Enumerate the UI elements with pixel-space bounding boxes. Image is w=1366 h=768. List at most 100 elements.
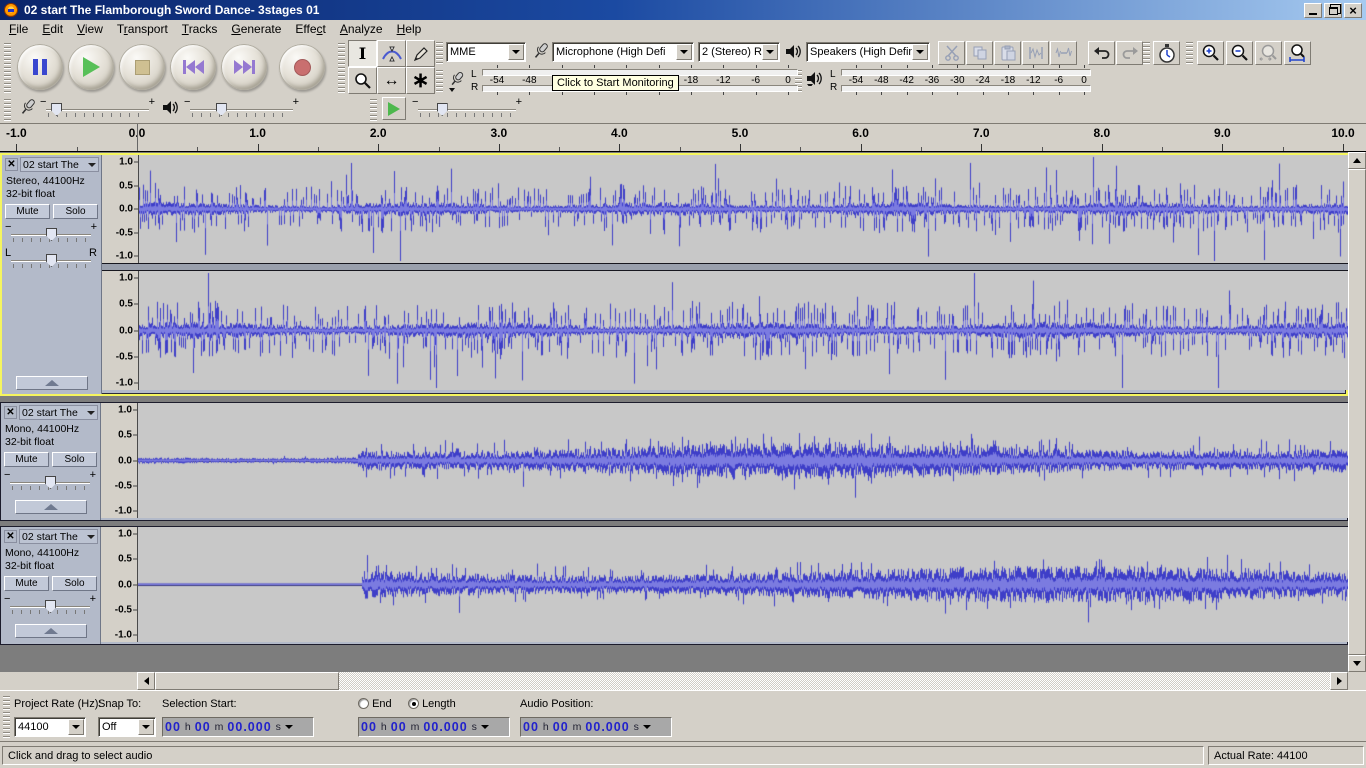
playback-device-select[interactable]: Speakers (High Definit [806,42,930,62]
menu-help[interactable]: Help [390,21,429,37]
fit-project-button[interactable] [1284,41,1311,65]
time-field-dropdown-icon[interactable] [481,725,489,729]
time-field-dropdown-icon[interactable] [643,725,651,729]
multi-tool-button[interactable]: ∗ [406,67,435,94]
track-close-button[interactable]: ✕ [5,158,18,171]
time-field-dropdown-icon[interactable] [285,725,293,729]
menu-analyze[interactable]: Analyze [333,21,390,37]
menu-generate[interactable]: Generate [224,21,288,37]
solo-button[interactable]: Solo [52,576,97,591]
menu-transport[interactable]: Transport [110,21,175,37]
horizontal-scrollbar[interactable] [0,672,1366,690]
snap-to-dropdown-icon[interactable] [138,719,154,735]
menu-tracks[interactable]: Tracks [175,21,225,37]
titlebar[interactable]: 02 start The Flamborough Sword Dance- 3s… [0,0,1366,20]
play-at-speed-button[interactable] [382,97,406,120]
play-meter-right-bar[interactable] [841,85,1091,92]
project-rate-dropdown-icon[interactable] [68,719,84,735]
length-radio-icon[interactable] [408,698,419,709]
timeline-ruler[interactable]: -1.00.01.02.03.04.05.06.07.08.09.010.0 [0,124,1366,152]
zoom-tool-button[interactable] [348,67,377,94]
gain-slider[interactable]: −+ [5,225,97,243]
silence-audio-button[interactable] [1050,41,1077,65]
record-button[interactable] [279,44,325,90]
track-name-menu[interactable]: 02 start The [19,405,98,420]
menu-view[interactable]: View [70,21,110,37]
waveform-display[interactable] [138,403,1348,518]
play-meter-speaker-icon[interactable] [806,71,823,86]
snap-to-select[interactable]: Off [98,717,156,737]
draw-tool-button[interactable] [406,40,435,67]
selection-toolbar-grip[interactable] [3,694,10,738]
solo-button[interactable]: Solo [53,204,98,219]
trim-audio-button[interactable] [1022,41,1049,65]
collapse-track-button[interactable] [16,376,88,390]
audio-host-select[interactable]: MME [446,42,526,62]
copy-button[interactable] [966,41,993,65]
mute-button[interactable]: Mute [5,204,50,219]
zoom-toolbar-grip[interactable] [1186,42,1193,64]
playback-device-dropdown-icon[interactable] [912,44,928,60]
waveform-display[interactable] [139,155,1348,263]
mixer-toolbar-grip[interactable] [4,99,11,121]
recording-device-select[interactable]: Microphone (High Defi [552,42,694,62]
playback-speed-slider[interactable]: − + [412,100,522,120]
transcription-toolbar-grip[interactable] [370,99,377,121]
track-2[interactable]: ✕02 start TheMono, 44100Hz32-bit floatMu… [0,402,1348,521]
device-toolbar-grip[interactable] [436,42,443,64]
recording-channels-dropdown-icon[interactable] [762,44,778,60]
waveform-display[interactable] [139,271,1348,390]
skip-to-end-button[interactable] [221,44,267,90]
track-close-button[interactable]: ✕ [4,406,17,419]
waveform-display[interactable] [138,527,1348,642]
record-meter-mic-icon[interactable] [447,70,467,92]
track-1[interactable]: ✕02 start TheStereo, 44100Hz32-bit float… [0,153,1348,396]
undo-button[interactable] [1088,41,1115,65]
menu-file[interactable]: File [2,21,35,37]
selection-tool-button[interactable]: I [348,40,377,67]
track-panel-area[interactable]: ✕02 start TheStereo, 44100Hz32-bit float… [0,152,1348,672]
vertical-scale-ruler[interactable]: 1.00.50.0-0.5-1.0 [102,155,139,263]
audio-host-dropdown-icon[interactable] [508,44,524,60]
skip-to-start-button[interactable] [170,44,216,90]
menu-edit[interactable]: Edit [35,21,70,37]
paste-button[interactable] [994,41,1021,65]
project-rate-select[interactable]: 44100 [14,717,86,737]
play-button[interactable] [68,44,114,90]
solo-button[interactable]: Solo [52,452,97,467]
minimize-button[interactable] [1304,3,1322,18]
scroll-up-button[interactable] [1348,152,1366,169]
collapse-track-button[interactable] [15,500,87,514]
record-meter-grip[interactable] [436,70,443,92]
selection-start-field[interactable]: 00h00m00.000s [162,717,314,737]
recording-channels-select[interactable]: 2 (Stereo) Re [698,42,780,62]
length-radio[interactable]: Length [408,698,456,710]
scroll-right-button[interactable] [1330,672,1348,690]
menu-effect[interactable]: Effect [288,21,332,37]
close-button[interactable]: × [1344,3,1362,18]
pause-button[interactable] [17,44,63,90]
stop-button[interactable] [119,44,165,90]
zoom-out-button[interactable] [1226,41,1253,65]
gain-slider[interactable]: −+ [4,473,96,491]
redo-button[interactable] [1116,41,1143,65]
collapse-track-button[interactable] [15,624,87,638]
pan-slider[interactable]: LR [5,251,97,269]
mute-button[interactable]: Mute [4,452,49,467]
mute-button[interactable]: Mute [4,576,49,591]
restore-button[interactable] [1324,3,1342,18]
vertical-scrollbar[interactable] [1348,152,1366,672]
end-radio[interactable]: End [358,698,392,710]
vertical-scale-ruler[interactable]: 1.00.50.0-0.5-1.0 [102,271,139,390]
recording-device-dropdown-icon[interactable] [676,44,692,60]
timeshift-tool-button[interactable]: ↔ [377,67,406,94]
track-name-menu[interactable]: 02 start The [20,157,99,172]
end-radio-icon[interactable] [358,698,369,709]
scroll-left-button[interactable] [137,672,155,690]
envelope-tool-button[interactable] [377,40,406,67]
vertical-scale-ruler[interactable]: 1.00.50.0-0.5-1.0 [101,527,138,642]
sync-lock-button[interactable] [1153,41,1180,65]
gain-slider[interactable]: −+ [4,597,96,615]
recording-volume-slider[interactable]: − + [40,100,155,120]
track-name-menu[interactable]: 02 start The [19,529,98,544]
